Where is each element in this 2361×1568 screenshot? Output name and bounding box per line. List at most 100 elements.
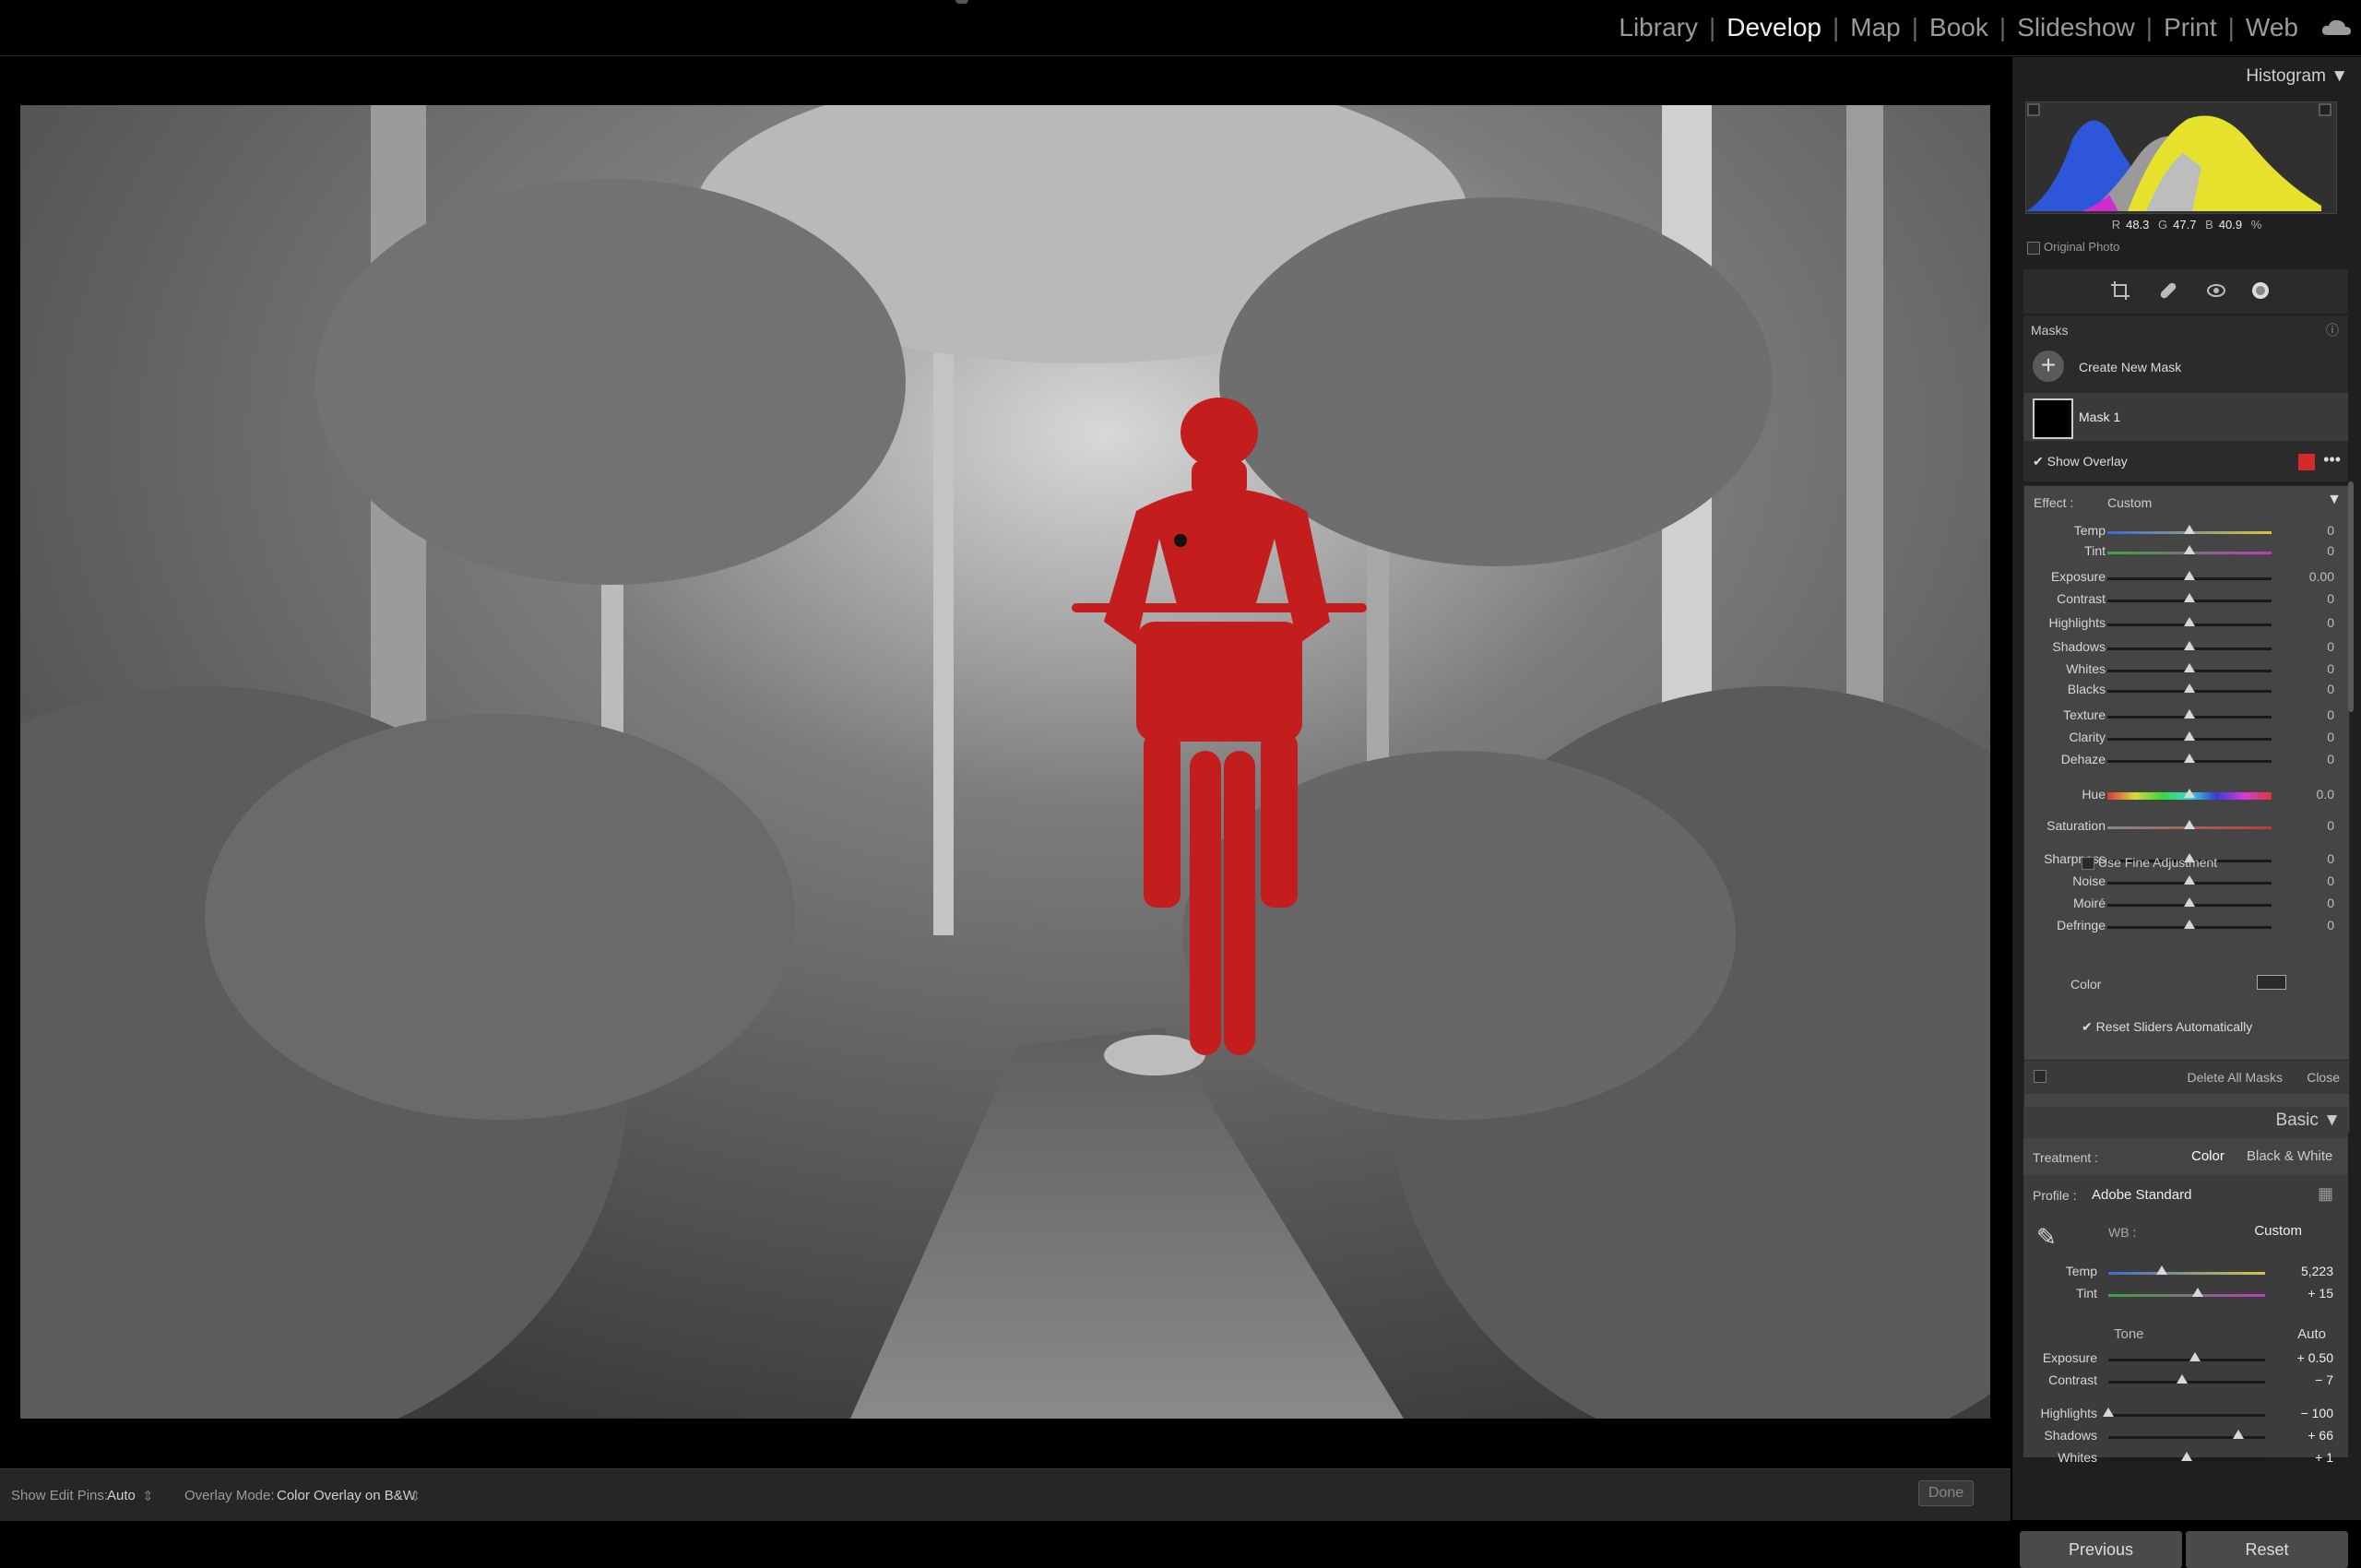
plus-icon[interactable]: + [2033, 350, 2064, 382]
slider-thumb[interactable] [2184, 709, 2195, 719]
module-web[interactable]: Web [2235, 13, 2309, 42]
slider-shadows[interactable]: Shadows 0 [2024, 639, 2349, 658]
healing-icon[interactable] [2158, 280, 2178, 301]
slider-thumb[interactable] [2184, 663, 2195, 672]
slider-thumb[interactable] [2184, 731, 2195, 741]
slider-thumb[interactable] [2184, 920, 2195, 929]
profile-browser-icon[interactable]: ▦ [2318, 1184, 2333, 1204]
slider-saturation[interactable]: Saturation 0 [2024, 818, 2349, 837]
slider-highlights[interactable]: Highlights 0 [2024, 615, 2349, 634]
previous-button[interactable]: Previous [2020, 1531, 2182, 1568]
slider-track[interactable] [2108, 1414, 2265, 1417]
slider-thumb[interactable] [2184, 571, 2195, 580]
basic-slider-exposure[interactable]: Exposure + 0.50 [2023, 1350, 2348, 1369]
module-print[interactable]: Print [2153, 13, 2228, 42]
slider-value: 5,223 [2300, 1264, 2333, 1278]
slider-thumb[interactable] [2191, 1288, 2203, 1297]
triangle-down-icon[interactable]: ▼ [2327, 492, 2342, 508]
eyedropper-icon[interactable]: ✎ [2036, 1223, 2057, 1252]
slider-exposure[interactable]: Exposure 0.00 [2024, 569, 2349, 588]
slider-noise[interactable]: Noise 0 [2024, 873, 2349, 892]
slider-whites[interactable]: Whites 0 [2024, 661, 2349, 680]
more-options-icon[interactable]: ••• [2323, 450, 2341, 469]
slider-thumb[interactable] [2184, 754, 2195, 763]
slider-thumb[interactable] [2184, 875, 2195, 885]
module-slideshow[interactable]: Slideshow [2006, 13, 2146, 42]
done-button[interactable]: Done [1918, 1480, 1974, 1506]
slider-thumb[interactable] [2184, 545, 2195, 554]
basic-slider-contrast[interactable]: Contrast − 7 [2023, 1372, 2348, 1391]
slider-track[interactable] [2108, 1294, 2265, 1297]
original-photo-toggle[interactable]: Original Photo [2027, 240, 2119, 255]
module-library[interactable]: Library [1608, 13, 1709, 42]
treatment-bw-button[interactable]: Black & White [2247, 1148, 2332, 1164]
reset-sliders-checkbox[interactable]: ✔ Reset Sliders Automatically [2082, 1019, 2252, 1035]
create-mask-row[interactable]: + Create New Mask [2023, 345, 2348, 387]
basic-slider-highlights[interactable]: Highlights − 100 [2023, 1406, 2348, 1424]
basic-slider-temp[interactable]: Temp 5,223 [2023, 1264, 2348, 1282]
color-picker-swatch[interactable] [2257, 975, 2286, 990]
toggle-icon[interactable] [2034, 1070, 2047, 1083]
overlay-color-swatch[interactable] [2298, 454, 2315, 470]
slider-thumb[interactable] [2184, 641, 2195, 650]
slider-thumb[interactable] [2184, 525, 2195, 534]
histogram-header[interactable]: Histogram ▼ [2246, 66, 2348, 87]
mask-item[interactable]: Mask 1 [2023, 393, 2348, 441]
module-book[interactable]: Book [1918, 13, 1999, 42]
basic-slider-tint[interactable]: Tint + 15 [2023, 1286, 2348, 1304]
fine-adjust-toggle[interactable]: Use Fine Adjustment [2082, 855, 2217, 871]
slider-thumb[interactable] [2184, 897, 2195, 907]
scrollbar[interactable] [2348, 481, 2354, 712]
basic-header[interactable]: Basic ▼ [2275, 1111, 2341, 1131]
slider-thumb[interactable] [2176, 1374, 2188, 1384]
basic-slider-shadows[interactable]: Shadows + 66 [2023, 1428, 2348, 1446]
slider-hue[interactable]: Hue 0.0 [2024, 787, 2349, 805]
slider-track[interactable] [2108, 1272, 2265, 1275]
slider-thumb[interactable] [2184, 789, 2195, 798]
tone-auto-button[interactable]: Auto [2297, 1326, 2326, 1342]
slider-moir[interactable]: Moiré 0 [2024, 896, 2349, 914]
edit-pins-select[interactable]: Auto [107, 1488, 136, 1503]
slider-track[interactable] [2108, 1359, 2265, 1361]
close-button[interactable]: Close [2307, 1070, 2340, 1085]
basic-slider-whites[interactable]: Whites + 1 [2023, 1450, 2348, 1468]
profile-select[interactable]: Adobe Standard [2092, 1187, 2191, 1203]
slider-thumb[interactable] [2103, 1408, 2114, 1417]
info-icon[interactable]: ⓘ [2326, 321, 2339, 339]
slider-thumb[interactable] [2184, 820, 2195, 829]
slider-texture[interactable]: Texture 0 [2024, 707, 2349, 726]
crop-icon[interactable] [2110, 280, 2130, 301]
module-map[interactable]: Map [1839, 13, 1911, 42]
slider-thumb[interactable] [2184, 617, 2195, 626]
slider-thumb[interactable] [2184, 683, 2195, 693]
module-develop[interactable]: Develop [1715, 13, 1833, 42]
slider-thumb[interactable] [2184, 593, 2195, 602]
slider-thumb[interactable] [2189, 1352, 2201, 1361]
slider-temp[interactable]: Temp 0 [2024, 523, 2349, 541]
overlay-mode-select[interactable]: Color Overlay on B&W [277, 1488, 416, 1503]
delete-all-masks-button[interactable]: Delete All Masks [2188, 1070, 2283, 1085]
photo-canvas[interactable] [20, 105, 1990, 1419]
slider-thumb[interactable] [2155, 1265, 2167, 1275]
slider-contrast[interactable]: Contrast 0 [2024, 591, 2349, 610]
panel-toggle-handle[interactable] [955, 0, 968, 4]
reset-button[interactable]: Reset [2186, 1531, 2348, 1568]
treatment-color-button[interactable]: Color [2191, 1148, 2225, 1164]
slider-tint[interactable]: Tint 0 [2024, 543, 2349, 562]
slider-thumb[interactable] [2181, 1452, 2192, 1461]
treatment-row: Treatment : Color Black & White [2023, 1138, 2348, 1175]
slider-clarity[interactable]: Clarity 0 [2024, 730, 2349, 748]
slider-value: 0.0 [2316, 787, 2334, 802]
masking-icon[interactable] [2250, 280, 2271, 301]
show-overlay-checkbox[interactable]: ✔ Show Overlay [2033, 454, 2128, 469]
wb-select[interactable]: Custom [2254, 1223, 2302, 1239]
cloud-icon[interactable] [2320, 18, 2352, 37]
slider-dehaze[interactable]: Dehaze 0 [2024, 752, 2349, 770]
effect-preset-select[interactable]: Custom [2107, 495, 2152, 510]
tone-label: Tone [2114, 1326, 2144, 1342]
slider-thumb[interactable] [2233, 1430, 2245, 1439]
red-eye-icon[interactable] [2206, 280, 2226, 301]
slider-defringe[interactable]: Defringe 0 [2024, 918, 2349, 936]
histogram-title: Histogram [2246, 66, 2326, 86]
slider-blacks[interactable]: Blacks 0 [2024, 682, 2349, 700]
